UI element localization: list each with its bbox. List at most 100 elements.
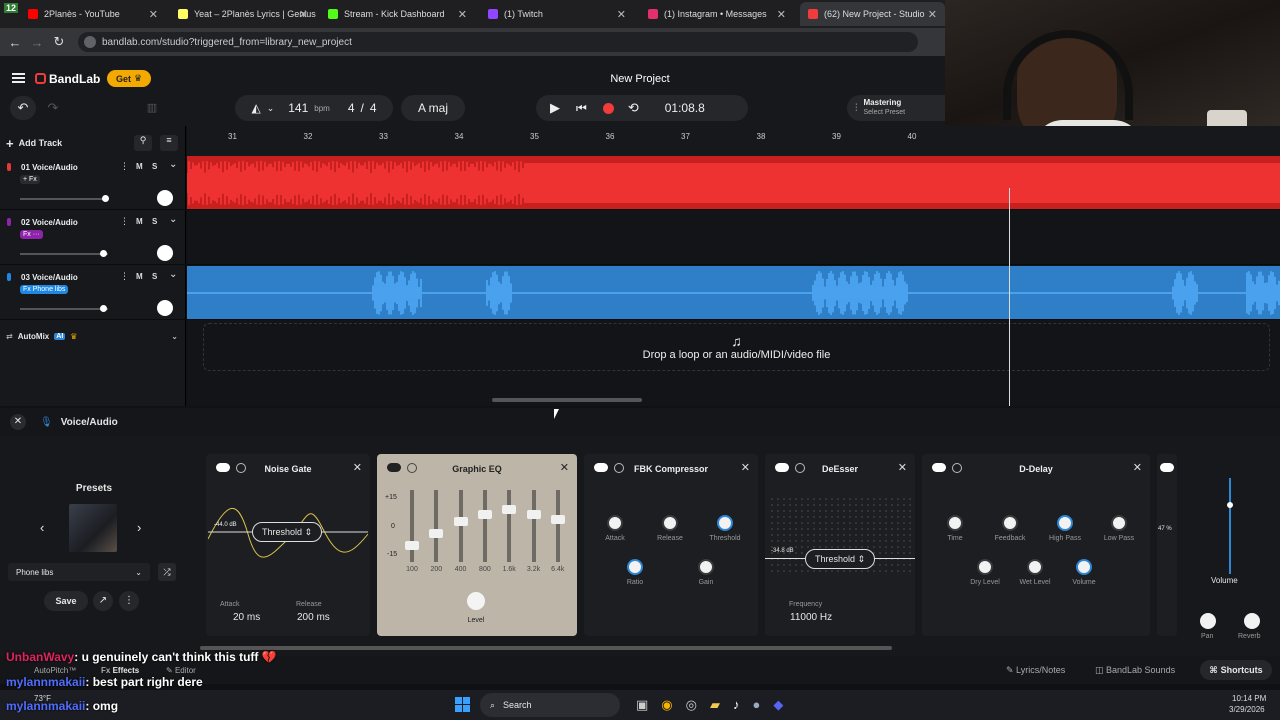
volume-knob[interactable] — [1076, 559, 1092, 575]
tools-icon[interactable]: ⚲ — [134, 135, 152, 151]
eq-fader[interactable] — [405, 490, 419, 562]
metronome-tempo-group[interactable]: ◭ ⌄ 141 bpm 4 / 4 — [235, 95, 393, 121]
task-view-icon[interactable]: ▣ — [636, 697, 648, 713]
mastering-button[interactable]: ⫶ Mastering Select Preset — [847, 95, 945, 121]
low-pass-knob[interactable] — [1111, 515, 1127, 531]
time-sig-den[interactable]: 4 — [370, 101, 377, 115]
track-fx-button[interactable]: + Fx — [20, 175, 40, 184]
rewind-icon[interactable]: ⏮ — [576, 101, 587, 116]
close-icon[interactable]: ✕ — [10, 414, 26, 430]
volume-handle[interactable] — [102, 195, 110, 202]
high-pass-knob[interactable] — [1057, 515, 1073, 531]
wet-level-knob[interactable] — [1027, 559, 1043, 575]
automix-row[interactable]: ⇄ AutoMix AI ♛ ⌄ — [0, 326, 186, 346]
preset-dropdown[interactable]: Phone libs ⌄ — [8, 563, 150, 581]
track-volume-slider[interactable] — [20, 195, 110, 202]
track-menu-icon[interactable]: ⋮ — [120, 271, 129, 282]
time-knob[interactable] — [947, 515, 963, 531]
master-volume-slider[interactable] — [1227, 478, 1233, 574]
clock-date[interactable]: 3/29/2026 — [1229, 705, 1265, 714]
url-field[interactable]: bandlab.com/studio?triggered_from=librar… — [78, 32, 918, 52]
release-knob[interactable] — [662, 515, 678, 531]
steam-icon[interactable]: ● — [752, 697, 760, 713]
eq-fader-handle[interactable] — [429, 529, 444, 539]
eq-fader[interactable] — [453, 490, 468, 562]
track-name[interactable]: 01 Voice/Audio — [21, 163, 78, 172]
volume-handle[interactable] — [100, 305, 108, 312]
close-icon[interactable]: ✕ — [560, 461, 569, 474]
eq-fader[interactable] — [502, 490, 517, 562]
track-header[interactable]: 02 Voice/Audio ⋮ M S ⌄ Fx ··· — [0, 211, 186, 265]
share-icon[interactable]: ↗ — [93, 591, 113, 611]
mixer-icon[interactable]: ▥ — [140, 96, 164, 120]
discord-icon[interactable]: ◆ — [773, 697, 783, 713]
power-toggle[interactable] — [1160, 463, 1174, 472]
eq-fader-handle[interactable] — [405, 541, 419, 551]
track-header[interactable]: 01 Voice/Audio ⋮ M S ⌄ + Fx — [0, 156, 186, 210]
horizontal-scrollbar[interactable] — [492, 398, 642, 402]
track-fx-button[interactable]: Fx Phone libs — [20, 285, 69, 294]
chevron-right-icon[interactable]: › — [137, 520, 141, 535]
record-icon[interactable] — [602, 102, 614, 114]
threshold-dropdown[interactable]: Threshold ⇕ — [252, 522, 322, 542]
settings-sliders-icon[interactable]: ≡ — [160, 135, 178, 151]
feedback-knob[interactable] — [1002, 515, 1018, 531]
track-lane[interactable] — [186, 156, 1280, 210]
get-button[interactable]: Get ♛ — [107, 70, 151, 87]
editor-tab[interactable]: ✎ Editor — [166, 666, 196, 675]
browser-tab[interactable]: Stream - Kick Dashboard ✕ — [320, 2, 475, 26]
close-tab-icon[interactable]: ✕ — [299, 8, 308, 21]
metronome-icon[interactable]: ◭ — [251, 101, 260, 115]
track-menu-icon[interactable]: ⋮ — [120, 161, 129, 172]
play-icon[interactable]: ▶ — [550, 100, 560, 116]
close-icon[interactable]: ✕ — [741, 461, 750, 474]
eq-fader[interactable] — [477, 490, 492, 562]
mute-button[interactable]: M — [136, 272, 143, 281]
gain-knob[interactable] — [698, 559, 714, 575]
eq-fader-handle[interactable] — [453, 517, 468, 527]
threshold-dropdown[interactable]: Threshold ⇕ — [805, 549, 875, 569]
close-icon[interactable]: ✕ — [898, 461, 907, 474]
attack-value[interactable]: 20 ms — [233, 612, 260, 623]
chevron-down-icon[interactable]: ⌄ — [169, 269, 177, 280]
site-info-icon[interactable] — [84, 36, 96, 48]
track-volume-slider[interactable] — [20, 250, 108, 257]
lyrics-notes-button[interactable]: ✎ Lyrics/Notes — [1006, 665, 1065, 676]
mute-button[interactable]: M — [136, 217, 143, 226]
track-name[interactable]: 02 Voice/Audio — [21, 218, 78, 227]
close-tab-icon[interactable]: ✕ — [617, 8, 626, 21]
track-name[interactable]: 03 Voice/Audio — [21, 273, 78, 282]
chevron-left-icon[interactable]: ‹ — [40, 520, 44, 535]
more-options-icon[interactable]: ⋮ — [119, 591, 139, 611]
level-knob[interactable] — [467, 592, 485, 610]
close-tab-icon[interactable]: ✕ — [777, 8, 786, 21]
eq-fader-handle[interactable] — [502, 505, 517, 515]
track-menu-icon[interactable]: ⋮ — [120, 216, 129, 227]
pan-knob[interactable] — [157, 190, 173, 206]
attack-knob[interactable] — [607, 515, 623, 531]
drop-zone[interactable]: ♫ Drop a loop or an audio/MIDI/video fil… — [203, 323, 1270, 371]
solo-button[interactable]: S — [152, 162, 157, 171]
close-tab-icon[interactable]: ✕ — [928, 8, 937, 21]
reverb-knob[interactable] — [1244, 613, 1260, 629]
browser-tab[interactable]: (1) Twitch ✕ — [480, 2, 634, 26]
browser-tab[interactable]: Yeat – 2Planès Lyrics | Genius Ly ✕ — [170, 2, 316, 26]
browser-tab[interactable]: 2Planès - YouTube ✕ — [20, 2, 166, 26]
undo-icon[interactable]: ↶ — [10, 96, 36, 120]
tempo-value[interactable]: 141 — [288, 101, 308, 115]
autopitch-tab[interactable]: AutoPitch™ — [34, 666, 76, 675]
loop-icon[interactable]: ⟲ — [628, 100, 639, 116]
eq-fader-handle[interactable] — [550, 514, 565, 524]
save-preset-button[interactable]: Save — [44, 591, 88, 611]
close-icon[interactable]: ✕ — [353, 461, 362, 474]
back-arrow-icon[interactable]: ← — [4, 35, 26, 50]
chevron-down-icon[interactable]: ⌄ — [267, 103, 275, 114]
close-tab-icon[interactable]: ✕ — [149, 8, 158, 21]
dry-level-knob[interactable] — [977, 559, 993, 575]
tiktok-icon[interactable]: ♪ — [733, 697, 740, 713]
taskbar-search[interactable]: ⌕ Search — [480, 693, 620, 717]
menu-icon[interactable] — [12, 73, 25, 83]
eq-fader[interactable] — [526, 490, 541, 562]
close-tab-icon[interactable]: ✕ — [458, 8, 467, 21]
preset-shuffle-icon[interactable]: ⤮ — [158, 563, 176, 581]
